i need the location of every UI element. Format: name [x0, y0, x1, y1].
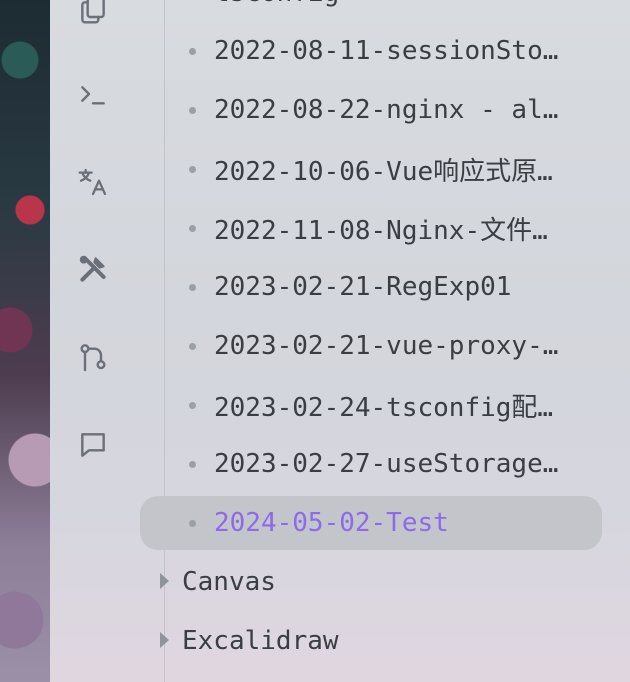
- chevron-right-icon[interactable]: [160, 573, 169, 589]
- chevron-right-icon[interactable]: [160, 632, 169, 648]
- file-label: 2022-08-22-nginx - al…: [214, 95, 559, 125]
- file-label: 2024-05-02-Test: [214, 508, 449, 538]
- file-item[interactable]: 2023-02-24-tsconfig配…: [164, 378, 604, 432]
- tools-icon[interactable]: [76, 252, 110, 286]
- desktop-wallpaper: [0, 0, 50, 682]
- folder-item-canvas[interactable]: Canvas: [160, 555, 604, 609]
- bullet-icon: [189, 166, 196, 173]
- translate-icon[interactable]: [76, 165, 110, 199]
- file-item[interactable]: 2023-02-21-RegExp01: [164, 260, 604, 314]
- bullet-icon: [189, 225, 196, 232]
- file-item[interactable]: 2023-02-27-useStorage…: [164, 437, 604, 491]
- terminal-icon[interactable]: [76, 77, 110, 111]
- bullet-icon: [189, 107, 196, 114]
- folder-label: Canvas: [182, 567, 276, 597]
- copy-icon[interactable]: [76, 0, 110, 26]
- git-branch-icon[interactable]: [76, 341, 110, 375]
- file-item[interactable]: 2022-10-06-Vue响应式原…: [164, 142, 604, 196]
- file-item[interactable]: 2022-11-08-Nginx-文件…: [164, 201, 604, 255]
- bullet-icon: [189, 343, 196, 350]
- folder-item-excalidraw[interactable]: Excalidraw: [160, 614, 604, 668]
- bullet-icon: [189, 520, 196, 527]
- file-label: 2022-08-11-sessionSto…: [214, 36, 559, 66]
- tree-item-partial[interactable]: tsconfig: [214, 0, 339, 8]
- file-explorer-tree: tsconfig 2022-08-11-sessionSto… 2022-08-…: [140, 0, 630, 682]
- left-ribbon: [50, 0, 165, 682]
- file-label: 2022-10-06-Vue响应式原…: [214, 156, 553, 187]
- file-label: 2023-02-24-tsconfig配…: [214, 392, 554, 423]
- file-item[interactable]: 2023-02-21-vue-proxy-…: [164, 319, 604, 373]
- file-label: 2023-02-21-vue-proxy-…: [214, 331, 559, 361]
- file-label: 2022-11-08-Nginx-文件…: [214, 215, 548, 246]
- file-item[interactable]: 2022-08-11-sessionSto…: [164, 24, 604, 78]
- file-label: 2023-02-21-RegExp01: [214, 272, 512, 302]
- bullet-icon: [189, 284, 196, 291]
- chat-icon[interactable]: [76, 428, 110, 462]
- file-item-active[interactable]: 2024-05-02-Test: [140, 496, 602, 550]
- folder-label: Excalidraw: [182, 626, 339, 656]
- bullet-icon: [189, 461, 196, 468]
- bullet-icon: [189, 48, 196, 55]
- file-item[interactable]: 2022-08-22-nginx - al…: [164, 83, 604, 137]
- bullet-icon: [189, 402, 196, 409]
- file-label: 2023-02-27-useStorage…: [214, 449, 559, 479]
